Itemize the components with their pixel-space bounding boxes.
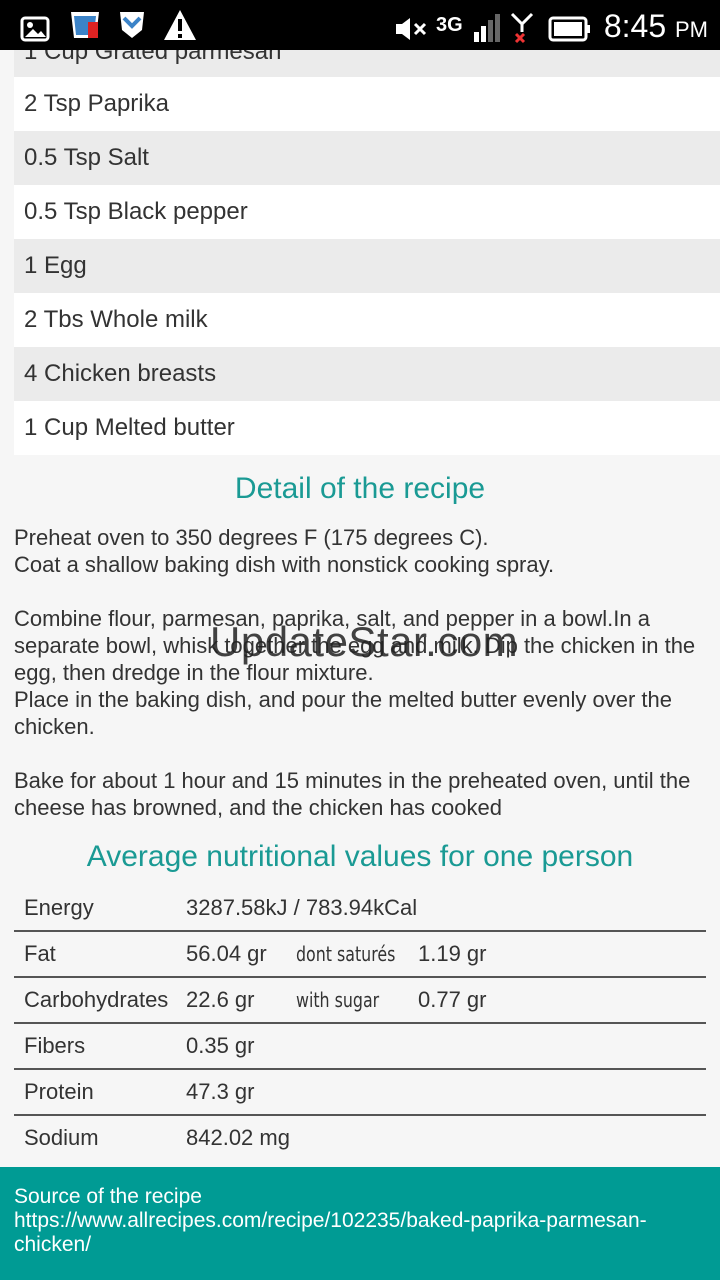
clock: 8:45 PM <box>604 6 708 50</box>
signal-icon <box>474 14 500 42</box>
source-label: Source of the recipe <box>14 1185 202 1208</box>
nutrient-value: 842.02 mg <box>186 1125 290 1150</box>
ingredient-row[interactable]: 2 Tsp Paprika <box>14 77 720 131</box>
ingredient-row[interactable]: 2 Tbs Whole milk <box>14 293 720 347</box>
nutrient-label: Energy <box>24 895 94 920</box>
detail-step: Preheat oven to 350 degrees F (175 degre… <box>14 525 489 550</box>
nutrient-value: 3287.58kJ / 783.94kCal <box>186 895 418 920</box>
clock-ampm: PM <box>675 17 708 42</box>
shield-check-icon <box>120 12 144 38</box>
ingredient-row[interactable]: 1 Cup Melted butter <box>14 401 720 455</box>
nutrition-row: Energy 3287.58kJ / 783.94kCal <box>14 886 706 932</box>
battery-icon <box>548 16 590 42</box>
nutrition-row: Fibers 0.35 gr <box>14 1024 706 1070</box>
ingredient-row[interactable]: 0.5 Tsp Black pepper <box>14 185 720 239</box>
nutrient-label: Fibers <box>24 1033 86 1058</box>
nutrition-row: Sodium 842.02 mg <box>14 1116 706 1160</box>
nutrient-label: Carbohydrates <box>24 987 169 1012</box>
nutrient-sub-value: 0.77 gr <box>418 987 487 1012</box>
nutrient-sub-label: with sugar <box>296 988 380 1012</box>
nutrition-row: Fat 56.04 gr dont saturés 1.19 gr <box>14 932 706 978</box>
nutrient-label: Protein <box>24 1079 94 1104</box>
nutrient-value: 22.6 gr <box>186 987 255 1012</box>
source-link[interactable]: https://www.allrecipes.com/recipe/102235… <box>14 1209 706 1257</box>
ingredient-row[interactable]: 0.5 Tsp Salt <box>14 131 720 185</box>
detail-step: Coat a shallow baking dish with nonstick… <box>14 552 555 577</box>
watermark: UpdateStar.com <box>210 618 519 665</box>
nutrition-row: Protein 47.3 gr <box>14 1070 706 1116</box>
nutrition-row: Carbohydrates 22.6 gr with sugar 0.77 gr <box>14 978 706 1024</box>
ingredients-list: 1 Cup Grated parmesan 2 Tsp Paprika 0.5 … <box>14 50 720 455</box>
warning-icon <box>164 10 196 40</box>
recipe-source-footer: Source of the recipe https://www.allreci… <box>0 1167 720 1280</box>
clock-time: 8:45 <box>603 8 667 44</box>
nutrient-sub-label: dont saturés <box>296 942 396 966</box>
nutrient-value: 56.04 gr <box>186 941 267 966</box>
signal-off-icon <box>510 12 534 44</box>
gallery-icon <box>20 16 50 42</box>
nutrient-value: 0.35 gr <box>186 1033 255 1058</box>
nutrient-label: Sodium <box>24 1125 99 1150</box>
ingredient-row[interactable]: 1 Egg <box>14 239 720 293</box>
detail-step: Bake for about 1 hour and 15 minutes in … <box>14 768 691 820</box>
ingredient-row[interactable]: 1 Cup Grated parmesan <box>14 50 720 77</box>
ingredient-row[interactable]: 4 Chicken breasts <box>14 347 720 401</box>
nutrient-label: Fat <box>24 941 56 966</box>
nutrient-sub-value: 1.19 gr <box>418 941 487 966</box>
detail-title: Detail of the recipe <box>234 472 486 505</box>
nutrition-title: Average nutritional values for one perso… <box>86 840 634 873</box>
nutrient-value: 47.3 gr <box>186 1079 255 1104</box>
nutrition-table: Energy 3287.58kJ / 783.94kCal Fat 56.04 … <box>14 886 706 1160</box>
network-type: 3G <box>436 14 463 36</box>
shield-alert-icon <box>71 12 99 38</box>
detail-step: Place in the baking dish, and pour the m… <box>14 687 672 739</box>
status-bar: 3G 8:45 PM <box>0 0 720 50</box>
detail-text: Preheat oven to 350 degrees F (175 degre… <box>14 524 710 821</box>
mute-icon <box>396 18 427 40</box>
